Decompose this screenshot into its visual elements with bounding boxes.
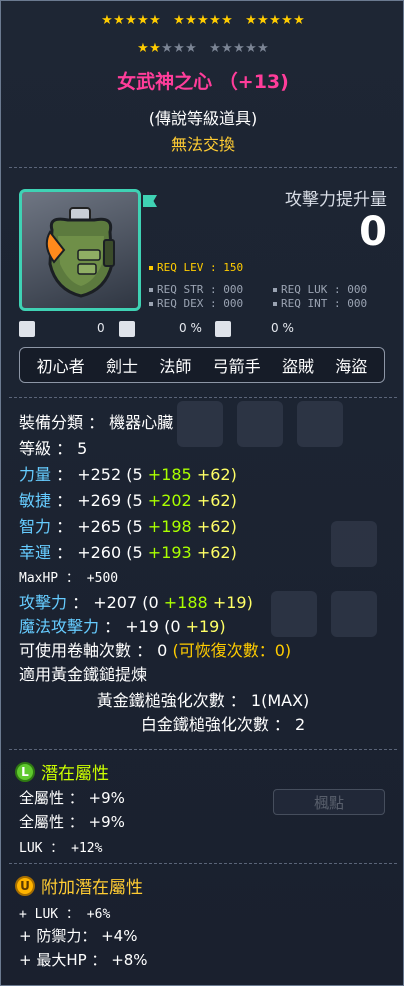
star-icon: ★ [125,13,137,28]
potential-header: L 潛在屬性 [15,759,109,784]
star-force-row-1: ★★★★★ ★★★★★ ★★★★★ [1,13,404,28]
star-icon: ★ [257,41,269,56]
equip-category: 裝備分類 ： 機器心臟 [19,413,174,432]
stat-str: 力量 ： +252 (5 +185 +62) [19,465,237,484]
stat-luk: 幸運 ： +260 (5 +193 +62) [19,543,237,562]
envelope-icon [119,321,135,337]
stat-maxhp: MaxHP ： +500 [19,571,119,586]
maple-points-label: 楓點 [313,793,344,812]
star-icon: ★ [245,13,257,28]
unique-potential-icon: U [15,875,35,896]
potential-title: 潛在屬性 [41,764,109,784]
divider [9,167,397,168]
divider [9,749,397,750]
bg-tile [237,401,283,447]
item-name: 女武神之心 （+13) [117,71,289,93]
attack-increase-value: 0 [359,209,387,255]
platinum-hammer-count: 白金鐵槌強化次數 ： 2 [140,715,306,734]
star-icon: ★ [161,41,173,56]
bg-tile [331,591,377,637]
legendary-potential-icon: L [15,761,35,782]
job-magician: 法師 [159,357,192,376]
item-meta-row: 0 0 % 0 % [19,319,389,339]
golden-hammer-count: 黃金鐵槌強化次數 ： 1(MAX) [96,691,310,710]
req-level: REQ LEV : 150 [149,261,243,274]
item-tooltip: 楓點 ★★★★★ ★★★★★ ★★★★★ ★★★★★ ★★★★★ 女武神之心 （+13… [0,0,404,986]
star-icon: ★ [269,13,281,28]
bg-tile [331,521,377,567]
shield-icon [215,321,231,337]
bonus-potential-line-1: + LUK ： +6% [19,907,111,922]
job-warrior: 劍士 [105,357,138,376]
star-icon: ★ [173,13,185,28]
potential-line-1: 全屬性 ： +9% [19,789,125,807]
req-luk: REQ LUK : 000 [273,283,367,296]
bonus-potential-line-2: + 防禦力： +4% [19,927,138,945]
bg-tile [297,401,343,447]
star-icon: ★ [101,13,113,28]
star-icon: ★ [233,41,245,56]
bonus-potential-title: 附加潛在屬性 [41,878,143,898]
equip-level: 等級 ： 5 [19,439,88,458]
maple-points-button[interactable]: 楓點 [273,789,385,815]
req-dex: REQ DEX : 000 [149,297,243,310]
star-icon: ★ [113,13,125,28]
star-icon: ★ [137,13,149,28]
job-requirements-bar: 初心者 劍士 法師 弓箭手 盜賊 海盜 [19,347,385,383]
job-pirate: 海盜 [335,357,368,376]
scroll-slots: 可使用卷軸次數 ： 0 (可恢復次數：0) [19,641,292,660]
stat-dex: 敏捷 ： +269 (5 +202 +62) [19,491,237,510]
potential-line-3: LUK ： +12% [19,841,103,856]
star-icon: ★ [185,13,197,28]
req-str: REQ STR : 000 [149,283,243,296]
mechanical-heart-icon [45,207,115,298]
star-icon: ★ [221,41,233,56]
star-icon: ★ [197,13,209,28]
star-icon: ★ [149,13,161,28]
trade-status: 無法交換 [170,135,235,154]
bonus-potential-line-3: + 最大HP ： +8% [19,951,148,969]
divider [9,397,397,398]
attack-increase-label: 攻擊力提升量 [285,190,387,210]
star-icon: ★ [185,41,197,56]
item-grade: (傳說等級道具) [148,109,258,128]
star-icon: ★ [209,41,221,56]
bg-tile [177,401,223,447]
bonus-potential-header: U 附加潛在屬性 [15,873,143,898]
potential-line-2: 全屬性 ： +9% [19,813,125,831]
star-icon: ★ [173,41,185,56]
legendary-flag-icon [143,195,157,207]
stat-attack: 攻擊力 ： +207 (0 +188 +19) [19,593,253,612]
divider [9,863,397,864]
star-icon: ★ [209,13,221,28]
stat-icon [19,321,35,337]
item-icon-frame [19,189,141,311]
star-icon: ★ [293,13,305,28]
meta-value-3: 0 % [271,321,294,335]
job-thief: 盜賊 [281,357,314,376]
job-bowman: 弓箭手 [212,357,261,376]
star-icon: ★ [221,13,233,28]
golden-hammer-applicable: 適用黃金鐵鎚提煉 [19,665,148,684]
meta-value-2: 0 % [179,321,202,335]
star-force-row-2: ★★★★★ ★★★★★ [1,41,404,56]
stat-int: 智力 ： +265 (5 +198 +62) [19,517,237,536]
star-icon: ★ [257,13,269,28]
job-beginner: 初心者 [36,357,85,376]
star-icon: ★ [281,13,293,28]
star-icon: ★ [149,41,161,56]
star-icon: ★ [137,41,149,56]
bg-tile [271,591,317,637]
meta-value-1: 0 [97,321,105,335]
req-int: REQ INT : 000 [273,297,367,310]
star-icon: ★ [245,41,257,56]
stat-magic-attack: 魔法攻擊力 ： +19 (0 +19) [19,617,226,636]
